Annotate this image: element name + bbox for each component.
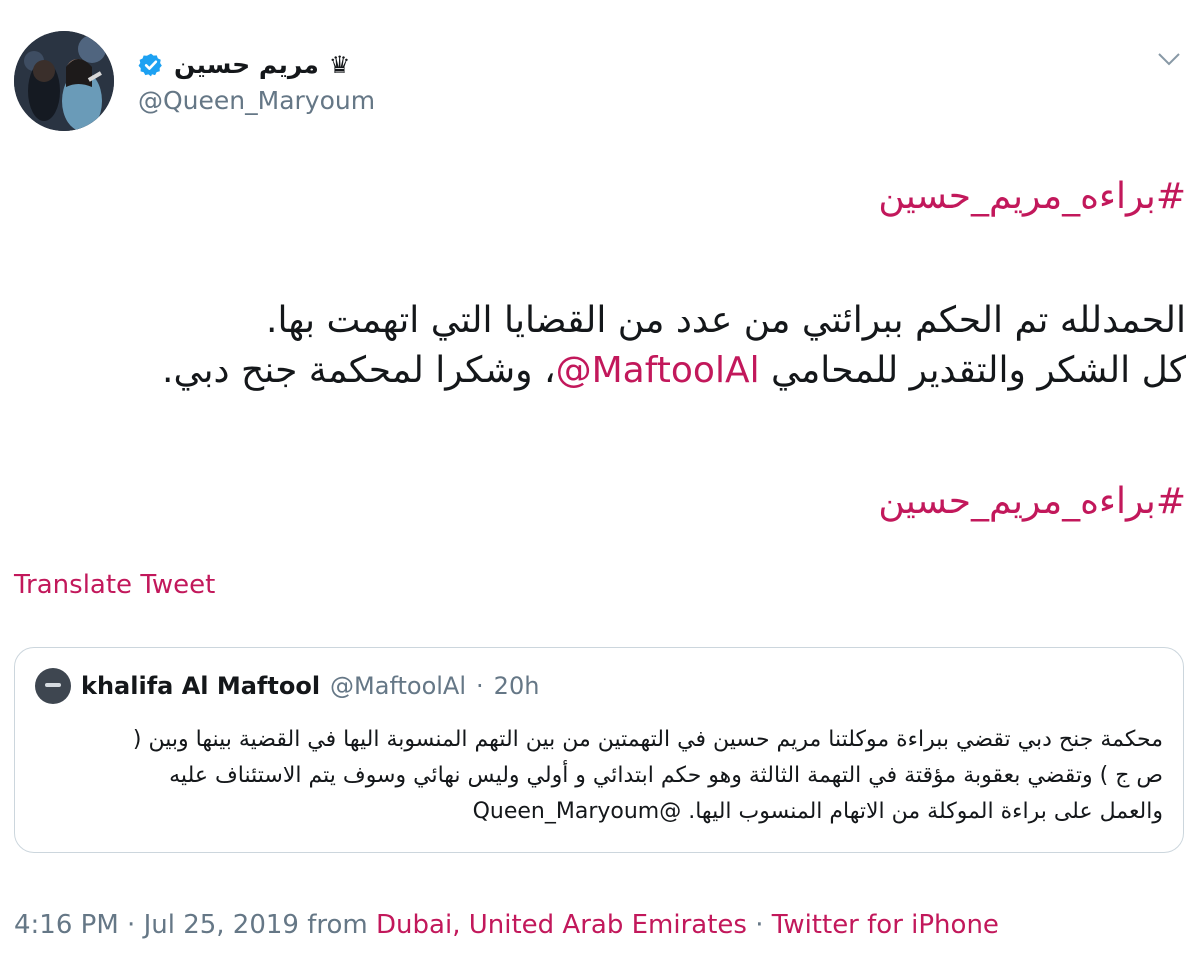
verified-badge-icon: [138, 52, 164, 78]
quoted-line-2: ص ج ) وتقضي بعقوبة مؤقتة في التهمة الثال…: [169, 763, 1163, 788]
quoted-tweet-text: محكمة جنح دبي تقضي ببراءة موكلتنا مريم ح…: [33, 722, 1163, 830]
avatar[interactable]: [14, 31, 114, 131]
location-link[interactable]: Dubai, United Arab Emirates: [376, 910, 747, 940]
author-handle[interactable]: @Queen_Maryoum: [138, 84, 375, 118]
tweet-line-2-before: كل الشكر والتقدير للمحامي: [759, 350, 1186, 391]
tweet-hashtag-bottom: #براءه_مريم_حسين: [14, 477, 1186, 527]
tweet-date[interactable]: Jul 25, 2019: [144, 910, 299, 940]
translate-tweet-link[interactable]: Translate Tweet: [14, 567, 215, 603]
tweet-time[interactable]: 4:16 PM: [14, 910, 119, 940]
chevron-down-icon[interactable]: [1152, 42, 1186, 76]
crown-icon: ♛: [328, 51, 351, 79]
quoted-avatar: [35, 668, 71, 704]
quoted-line-1: محكمة جنح دبي تقضي ببراءة موكلتنا مريم ح…: [132, 727, 1163, 752]
hashtag-link[interactable]: #براءه_مريم_حسين: [878, 176, 1186, 217]
tweet-hashtag-top: #براءه_مريم_حسين: [14, 172, 1186, 222]
avatar-image: [14, 31, 114, 131]
mention-link[interactable]: @MaftoolAl: [556, 350, 760, 391]
tweet-footer: 4:16 PM · Jul 25, 2019 from Dubai, Unite…: [14, 907, 999, 943]
quoted-tweet-header: khalifa Al Maftool @MaftoolAl · 20h: [35, 668, 539, 704]
source-link[interactable]: Twitter for iPhone: [772, 910, 999, 940]
footer-from: from: [298, 910, 377, 940]
tweet-line-1: الحمدلله تم الحكم ببرائتي من عدد من القض…: [266, 300, 1186, 341]
tweet-line-2-after: ، وشكرا لمحكمة جنح دبي.: [162, 350, 556, 391]
author-name-row[interactable]: مريم حسين ♛: [138, 48, 350, 82]
hashtag-link[interactable]: #براءه_مريم_حسين: [878, 481, 1186, 522]
quoted-line-3: والعمل على براءة الموكلة من الاتهام المن…: [472, 799, 1163, 824]
display-name: مريم حسين: [174, 50, 319, 79]
quoted-author-name: khalifa Al Maftool: [81, 672, 321, 700]
quoted-separator: ·: [476, 672, 484, 700]
quoted-time: 20h: [493, 672, 540, 700]
quoted-author-handle: @MaftoolAl: [330, 672, 467, 700]
tweet-line-2: كل الشكر والتقدير للمحامي @MaftoolAl، وش…: [14, 346, 1186, 396]
quoted-tweet-card[interactable]: khalifa Al Maftool @MaftoolAl · 20h محكم…: [14, 647, 1184, 853]
tweet-text: الحمدلله تم الحكم ببرائتي من عدد من القض…: [14, 296, 1186, 396]
footer-separator: ·: [746, 910, 772, 940]
footer-separator: ·: [118, 910, 144, 940]
